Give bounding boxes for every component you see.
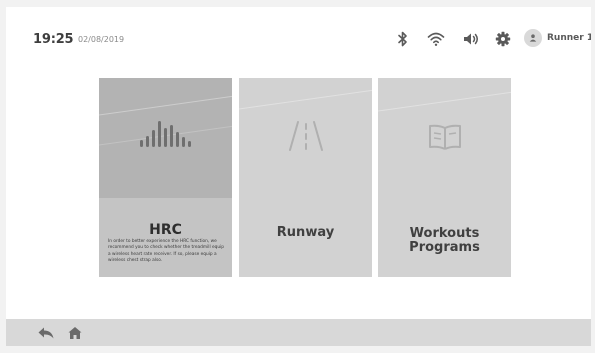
- decorative-streak: [99, 90, 232, 119]
- road-icon: [239, 118, 372, 154]
- home-icon[interactable]: [65, 324, 85, 342]
- decorative-streak: [239, 84, 372, 113]
- bluetooth-icon[interactable]: [393, 29, 413, 49]
- clock-date: 02/08/2019: [78, 35, 125, 44]
- user-name[interactable]: Runner 1: [547, 33, 591, 43]
- decorative-streak: [378, 86, 511, 115]
- tile-workouts-programs[interactable]: Workouts Programs: [378, 78, 511, 277]
- status-bar: 19:25 02/08/2019 Runner 1: [6, 7, 591, 51]
- tile-hrc-title: HRC: [149, 222, 182, 238]
- heart-rate-bars-icon: [99, 116, 232, 152]
- tile-runway[interactable]: Runway: [239, 78, 372, 277]
- tile-hrc-description: In order to better experience the HRC fu…: [108, 239, 225, 264]
- clock-time: 19:25: [33, 32, 74, 47]
- tile-runway-title: Runway: [276, 225, 335, 240]
- treadmill-screen: 19:25 02/08/2019 Runner 1 HRC In order t…: [6, 7, 591, 346]
- settings-gear-icon[interactable]: [493, 29, 513, 49]
- open-book-icon: [378, 122, 511, 152]
- tile-workouts-title: Workouts Programs: [409, 226, 480, 255]
- wifi-icon[interactable]: [426, 29, 446, 49]
- tile-hrc[interactable]: HRC In order to better experience the HR…: [99, 78, 232, 277]
- back-arrow-icon[interactable]: [36, 324, 56, 342]
- bottom-nav-bar: [6, 319, 591, 346]
- user-avatar-icon[interactable]: [524, 29, 542, 47]
- volume-icon[interactable]: [461, 29, 481, 49]
